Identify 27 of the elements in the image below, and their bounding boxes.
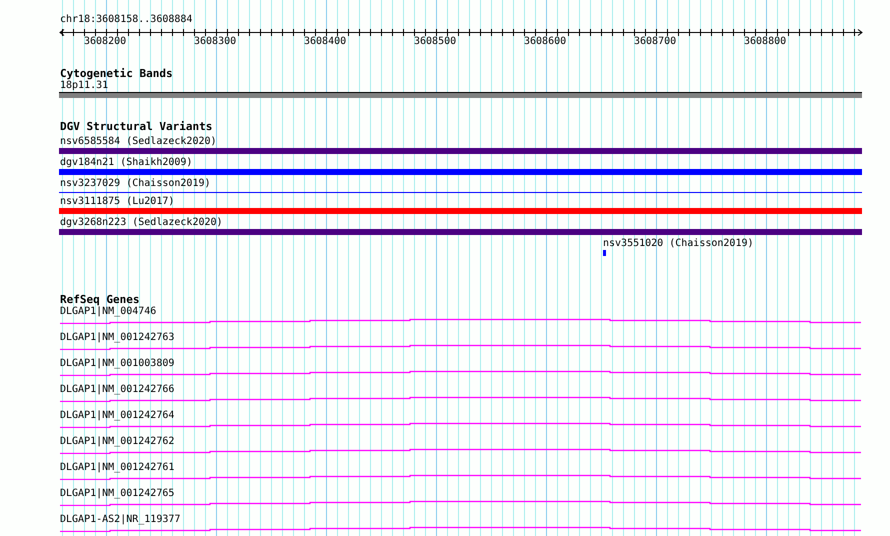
tick-label: 3608200 [84, 36, 126, 47]
tick-label: 3608500 [414, 36, 456, 47]
track-title: Cytogenetic Bands [60, 68, 173, 80]
gene-label: DLGAP1|NM_004746 [60, 306, 156, 318]
gene-label: DLGAP1|NM_001242764 [60, 410, 174, 422]
gene-label: DLGAP1|NM_001003809 [60, 358, 174, 370]
gene-label: DLGAP1-AS2|NR_119377 [60, 514, 180, 526]
variant-label: nsv3551020 (Chaisson2019) [603, 238, 754, 250]
variant-label: nsv3237029 (Chaisson2019) [60, 178, 211, 190]
track-title: DGV Structural Variants [60, 121, 212, 133]
gene-label: DLGAP1|NM_001242762 [60, 436, 174, 448]
tick-label: 3608300 [194, 36, 236, 47]
tick-label: 3608400 [304, 36, 346, 47]
band-label: 18p11.31 [60, 80, 108, 92]
location-label: chr18:3608158..3608884 [60, 14, 192, 26]
tick-label: 3608700 [634, 36, 676, 47]
tick-label: 3608800 [744, 36, 786, 47]
tick-label: 3608600 [524, 36, 566, 47]
gene-label: DLGAP1|NM_001242761 [60, 462, 174, 474]
variant-label: dgv3268n223 (Sedlazeck2020) [60, 217, 223, 229]
variant-label: dgv184n21 (Shaikh2009) [60, 157, 192, 169]
gene-label: DLGAP1|NM_001242766 [60, 384, 174, 396]
variant-label: nsv3111875 (Lu2017) [60, 196, 174, 208]
variant-label: nsv6585584 (Sedlazeck2020) [60, 136, 217, 148]
gene-label: DLGAP1|NM_001242765 [60, 488, 174, 500]
track-title: RefSeq Genes [60, 294, 140, 306]
gene-label: DLGAP1|NM_001242763 [60, 332, 174, 344]
